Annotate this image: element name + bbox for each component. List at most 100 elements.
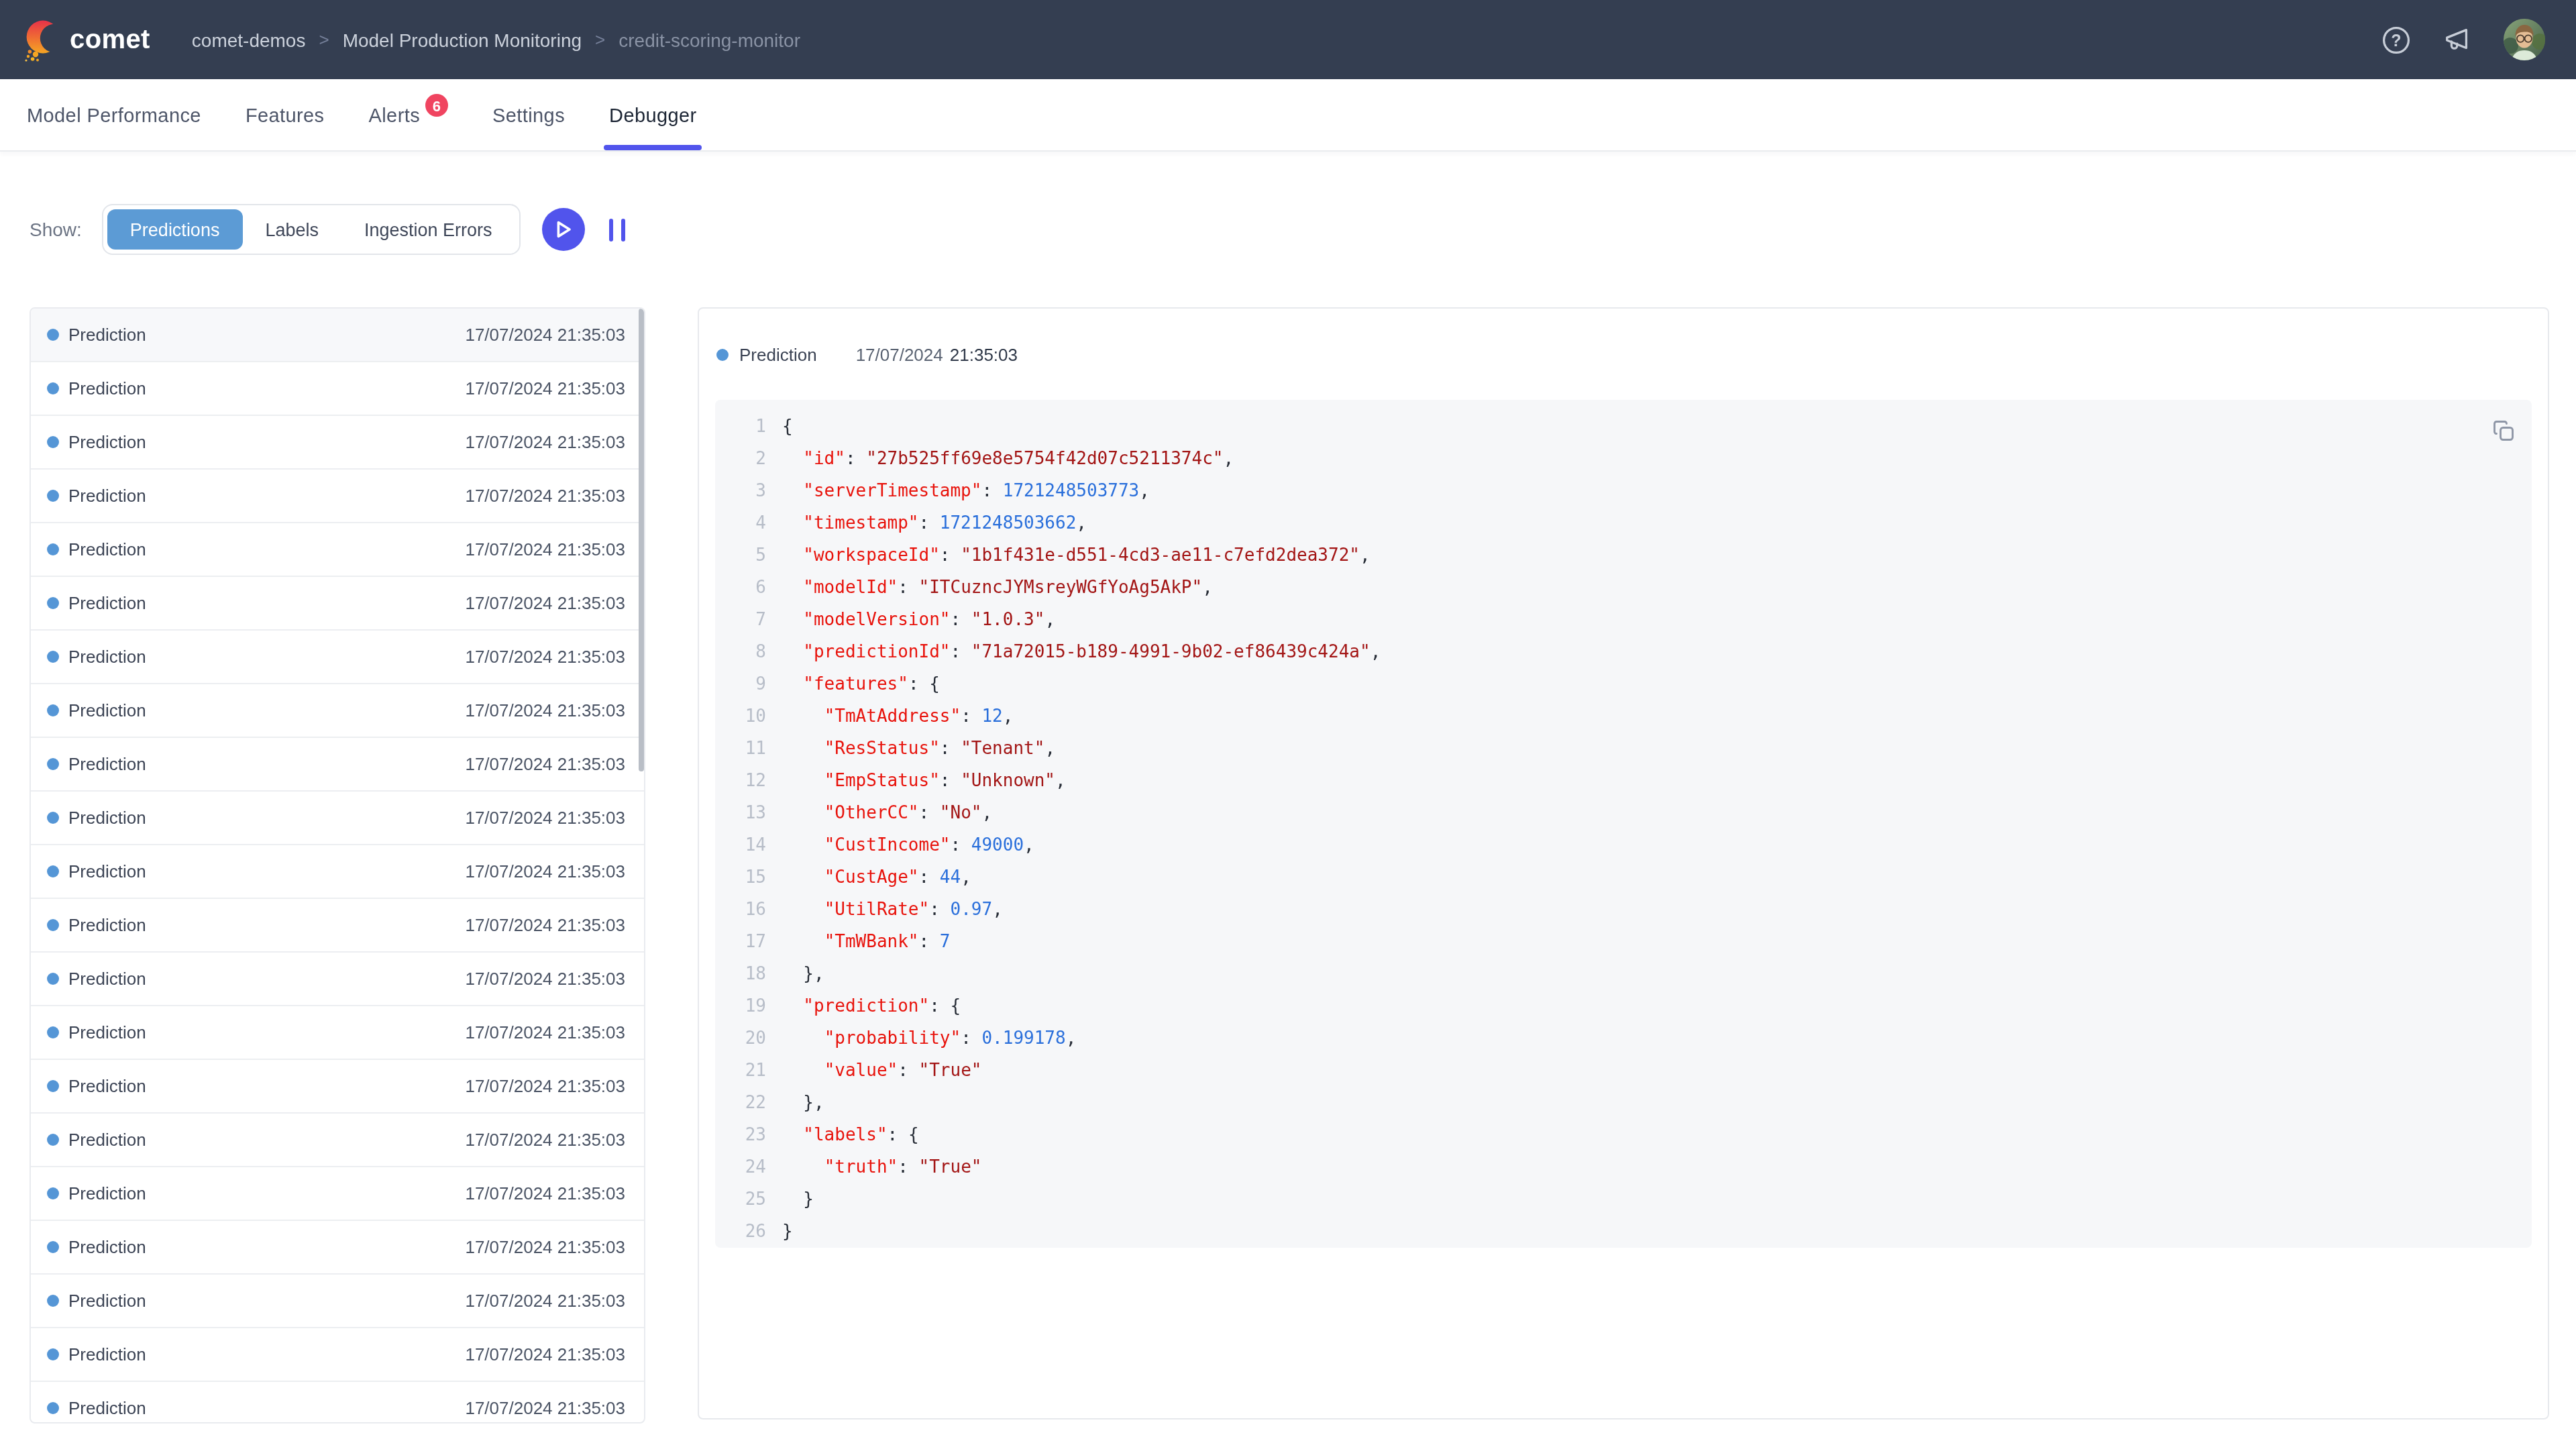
- tab-bar: Model Performance Features Alerts6 Settings…: [0, 79, 2576, 152]
- line-number: 20: [715, 1022, 766, 1055]
- tab-label: Model Performance: [27, 104, 201, 125]
- pause-button[interactable]: [609, 218, 625, 241]
- code-line: 3 "serverTimestamp": 1721248503773,: [715, 475, 2532, 507]
- prediction-dot: [47, 704, 59, 716]
- content: Prediction 17/07/2024 21:35:03 Prediction 1…: [30, 307, 2576, 1424]
- breadcrumb-item[interactable]: Model Production Monitoring: [343, 29, 582, 50]
- list-item[interactable]: Prediction 17/07/2024 21:35:03: [31, 684, 644, 738]
- list-item[interactable]: Prediction17/07/2024 21:35:03: [31, 953, 644, 1006]
- code-line: 22 },: [715, 1087, 2532, 1119]
- line-number: 26: [715, 1216, 766, 1248]
- list-item[interactable]: Prediction17/07/2024 21:35:03: [31, 1328, 644, 1382]
- segment-labels[interactable]: Labels: [242, 209, 341, 250]
- prediction-list: Prediction 17/07/2024 21:35:03 Prediction 1…: [30, 307, 645, 1424]
- list-item[interactable]: Prediction 17/07/2024 21:35:03: [31, 899, 644, 953]
- prediction-dot: [47, 1348, 59, 1360]
- row-timestamp: 17/07/2024 21:35:03: [465, 700, 625, 720]
- list-item[interactable]: Prediction 17/07/2024 21:35:03: [31, 309, 644, 362]
- line-number: 17: [715, 926, 766, 958]
- row-label: Prediction: [68, 1076, 146, 1096]
- segment-predictions[interactable]: Predictions: [107, 209, 243, 250]
- code-line: 2 "id": "27b525ff69e8e5754f42d07c5211374…: [715, 443, 2532, 475]
- play-icon: [554, 220, 573, 239]
- code-line: 1{: [715, 411, 2532, 443]
- tab-debugger[interactable]: Debugger: [609, 79, 697, 150]
- code-line: 20 "probability": 0.199178,: [715, 1022, 2532, 1055]
- row-timestamp: 17/07/2024 21:35:03: [465, 915, 625, 935]
- list-item[interactable]: Prediction17/07/2024 21:35:03: [31, 1275, 644, 1328]
- prediction-dot: [47, 973, 59, 985]
- show-label: Show:: [30, 219, 82, 240]
- row-label: Prediction: [68, 486, 146, 506]
- row-label: Prediction: [68, 325, 146, 345]
- list-item[interactable]: Prediction17/07/2024 21:35:03: [31, 1006, 644, 1060]
- row-timestamp: 17/07/2024 21:35:03: [465, 1130, 625, 1150]
- line-number: 2: [715, 443, 766, 475]
- code-line: 12 "EmpStatus": "Unknown",: [715, 765, 2532, 797]
- row-label: Prediction: [68, 915, 146, 935]
- copy-button[interactable]: [2491, 419, 2516, 443]
- row-label: Prediction: [68, 969, 146, 989]
- list-item[interactable]: Prediction17/07/2024 21:35:03: [31, 845, 644, 899]
- row-timestamp: 17/07/2024 21:35:03: [465, 325, 625, 345]
- list-scrollbar[interactable]: [639, 309, 644, 771]
- breadcrumb-item[interactable]: comet-demos: [192, 29, 306, 50]
- prediction-dot: [47, 1241, 59, 1253]
- tab-features[interactable]: Features: [246, 79, 325, 150]
- list-item[interactable]: Prediction17/07/2024 21:35:03: [31, 416, 644, 470]
- copy-icon: [2491, 419, 2516, 443]
- list-item[interactable]: Prediction17/07/2024 21:35:03: [31, 1221, 644, 1275]
- announcements-button[interactable]: [2442, 24, 2473, 55]
- prediction-dot: [47, 597, 59, 609]
- code-line: 13 "OtherCC": "No",: [715, 797, 2532, 829]
- tab-alerts[interactable]: Alerts6: [369, 79, 449, 150]
- list-item[interactable]: Prediction17/07/2024 21:35:03: [31, 577, 644, 631]
- code-line: 11 "ResStatus": "Tenant",: [715, 733, 2532, 765]
- list-item[interactable]: Prediction17/07/2024 21:35:03: [31, 1114, 644, 1167]
- line-number: 25: [715, 1183, 766, 1216]
- row-timestamp: 17/07/2024 21:35:03: [465, 1022, 625, 1042]
- code-line: 16 "UtilRate": 0.97,: [715, 894, 2532, 926]
- row-label: Prediction: [68, 378, 146, 398]
- tab-label: Alerts: [369, 104, 421, 125]
- row-label: Prediction: [68, 432, 146, 452]
- row-label: Prediction: [68, 808, 146, 828]
- line-number: 6: [715, 572, 766, 604]
- row-label: Prediction: [68, 700, 146, 720]
- row-label: Prediction: [68, 1398, 146, 1418]
- play-button[interactable]: [542, 208, 585, 251]
- list-item[interactable]: Prediction17/07/2024 21:35:03: [31, 523, 644, 577]
- detail-type-label: Prediction: [739, 344, 817, 364]
- tab-settings[interactable]: Settings: [492, 79, 565, 150]
- prediction-dot: [716, 348, 729, 360]
- row-timestamp: 17/07/2024 21:35:03: [465, 1291, 625, 1311]
- list-item[interactable]: Prediction17/07/2024 21:35:03: [31, 1382, 644, 1424]
- help-icon: ?: [2381, 25, 2411, 54]
- help-button[interactable]: ?: [2381, 25, 2411, 54]
- line-number: 1: [715, 411, 766, 443]
- list-item[interactable]: Prediction17/07/2024 21:35:03: [31, 362, 644, 416]
- segment-ingestion-errors[interactable]: Ingestion Errors: [341, 209, 515, 250]
- prediction-dot: [47, 651, 59, 663]
- row-timestamp: 17/07/2024 21:35:03: [465, 1076, 625, 1096]
- row-label: Prediction: [68, 1183, 146, 1203]
- avatar[interactable]: [2504, 19, 2545, 60]
- row-label: Prediction: [68, 647, 146, 667]
- comet-logo-text: comet: [70, 24, 150, 55]
- list-item[interactable]: Prediction17/07/2024 21:35:03: [31, 470, 644, 523]
- breadcrumb-separator-icon: >: [595, 30, 605, 50]
- tab-model-performance[interactable]: Model Performance: [27, 79, 201, 150]
- code-line: 25 }: [715, 1183, 2532, 1216]
- comet-logo[interactable]: comet: [24, 18, 150, 61]
- list-item[interactable]: Prediction 17/07/2024 21:35:03: [31, 1060, 644, 1114]
- list-item[interactable]: Prediction17/07/2024 21:35:03: [31, 1167, 644, 1221]
- list-item[interactable]: Prediction17/07/2024 21:35:03: [31, 792, 644, 845]
- list-item[interactable]: Prediction 17/07/2024 21:35:03: [31, 631, 644, 684]
- list-item[interactable]: Prediction17/07/2024 21:35:03: [31, 738, 644, 792]
- megaphone-icon: [2442, 24, 2473, 55]
- prediction-dot: [47, 543, 59, 555]
- code-line: 6 "modelId": "ITCuzncJYMsreyWGfYoAg5AkP"…: [715, 572, 2532, 604]
- code-line: 5 "workspaceId": "1b1f431e-d551-4cd3-ae1…: [715, 539, 2532, 572]
- code-line: 26}: [715, 1216, 2532, 1248]
- row-timestamp: 17/07/2024 21:35:03: [465, 647, 625, 667]
